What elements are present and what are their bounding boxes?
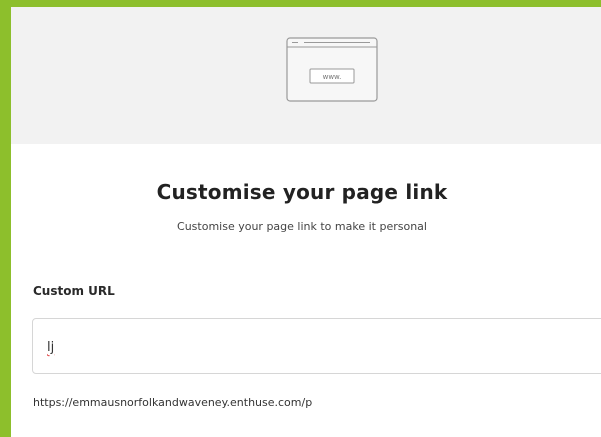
content-area: Customise your page link Customise your … bbox=[11, 144, 601, 437]
custom-url-label: Custom URL bbox=[33, 284, 115, 298]
url-preview-text: https://emmausnorfolkandwaveney.enthuse.… bbox=[33, 396, 313, 409]
page-subtitle: Customise your page link to make it pers… bbox=[177, 220, 427, 233]
browser-window-icon: www. bbox=[286, 37, 378, 102]
custom-url-value: lj bbox=[47, 340, 55, 355]
page-title: Customise your page link bbox=[156, 180, 448, 204]
custom-url-input[interactable]: lj bbox=[32, 318, 601, 374]
address-bar-text: www. bbox=[323, 73, 342, 81]
header-band: www. bbox=[11, 7, 601, 144]
dialog-frame: www. Customise your page link Customise … bbox=[0, 0, 601, 437]
